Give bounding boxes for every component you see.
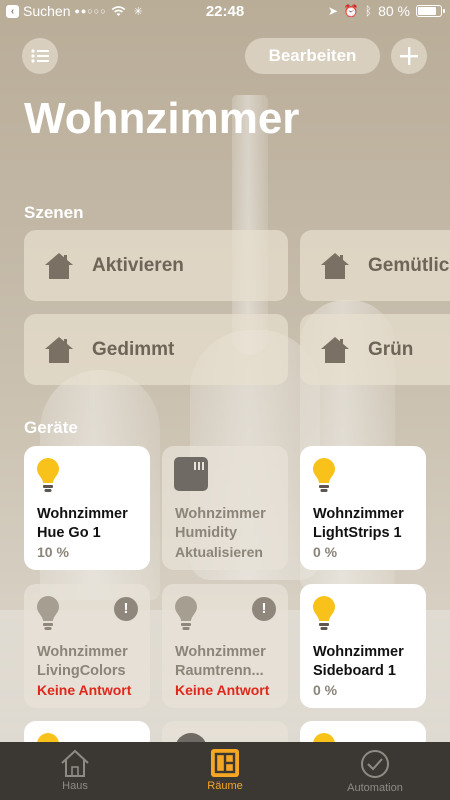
bulb-icon [37, 596, 59, 630]
scene-label: Gemütlich [368, 254, 450, 276]
house-icon [321, 336, 349, 363]
scenes-heading: Szenen [24, 203, 84, 222]
device-state: Keine Antwort [175, 682, 270, 698]
clock-icon [361, 750, 389, 778]
tab-label: Haus [62, 780, 88, 792]
scene-gedimmt[interactable]: Gedimmt [24, 314, 288, 385]
tab-label: Räume [207, 780, 243, 792]
bulb-icon [313, 596, 335, 630]
device-state: 0 % [313, 682, 338, 698]
tab-bar: Haus Räume Automation [0, 742, 450, 800]
warning-icon: ! [252, 597, 276, 621]
house-icon [321, 252, 349, 279]
bulb-icon [313, 458, 335, 492]
device-name-line2: LightStrips 1 [313, 525, 402, 541]
battery-icon [416, 5, 445, 17]
device-state: Aktualisieren [175, 544, 263, 560]
device-tile-livingcolors[interactable]: ! Wohnzimmer LivingColors Keine Antwort [24, 584, 150, 708]
status-bar: ‹ Suchen ●●○○○ ✳ 22:48 ➤ ⏰ ᛒ 80 % [0, 0, 450, 22]
device-name-line1: Wohnzimmer [37, 644, 128, 660]
list-icon [31, 49, 49, 63]
device-name-line2: Raumtrenn... [175, 663, 264, 679]
scene-aktivieren[interactable]: Aktivieren [24, 230, 288, 301]
warning-icon: ! [114, 597, 138, 621]
device-tile-sideboard[interactable]: Wohnzimmer Sideboard 1 0 % [300, 584, 426, 708]
tab-haus[interactable]: Haus [0, 742, 150, 800]
house-icon [45, 252, 73, 279]
plus-icon [400, 47, 418, 65]
page-title: Wohnzimmer [24, 94, 300, 143]
device-tile-humidity[interactable]: Wohnzimmer Humidity Aktualisieren [162, 446, 288, 570]
device-name-line1: Wohnzimmer [37, 506, 128, 522]
tab-label: Automation [347, 782, 403, 794]
device-name-line2: Hue Go 1 [37, 525, 101, 541]
devices-heading: Geräte [24, 418, 78, 437]
device-name-line1: Wohnzimmer [175, 506, 266, 522]
device-name-line1: Wohnzimmer [313, 644, 404, 660]
house-icon [61, 749, 89, 777]
device-tile-hue-go[interactable]: Wohnzimmer Hue Go 1 10 % [24, 446, 150, 570]
device-state: 0 % [313, 544, 338, 560]
bluetooth-icon: ᛒ [364, 4, 373, 18]
bulb-icon [37, 458, 59, 492]
battery-percent: 80 % [378, 3, 410, 19]
device-tile-lightstrips[interactable]: Wohnzimmer LightStrips 1 0 % [300, 446, 426, 570]
scene-label: Gedimmt [92, 338, 175, 360]
device-name-line2: LivingColors [37, 663, 126, 679]
edit-button[interactable]: Bearbeiten [245, 38, 380, 74]
house-icon [45, 336, 73, 363]
bulb-icon [175, 596, 197, 630]
device-state: 10 % [37, 544, 69, 560]
scene-label: Aktivieren [92, 254, 184, 276]
scene-label: Grün [368, 338, 414, 360]
device-name-line1: Wohnzimmer [313, 506, 404, 522]
device-name-line1: Wohnzimmer [175, 644, 266, 660]
device-name-line2: Humidity [175, 525, 238, 541]
location-icon: ➤ [327, 4, 338, 18]
device-name-line2: Sideboard 1 [313, 663, 396, 679]
alarm-icon: ⏰ [343, 4, 359, 18]
scene-gruen[interactable]: Grün [300, 314, 450, 385]
rooms-icon [211, 749, 239, 777]
device-state: Keine Antwort [37, 682, 132, 698]
tab-raeume[interactable]: Räume [150, 742, 300, 800]
tab-automation[interactable]: Automation [300, 742, 450, 800]
rooms-list-button[interactable] [22, 38, 58, 74]
device-tile-raumtrenner[interactable]: ! Wohnzimmer Raumtrenn... Keine Antwort [162, 584, 288, 708]
add-button[interactable] [391, 38, 427, 74]
scene-gemuetlich[interactable]: Gemütlich [300, 230, 450, 301]
sensor-icon [174, 457, 208, 491]
